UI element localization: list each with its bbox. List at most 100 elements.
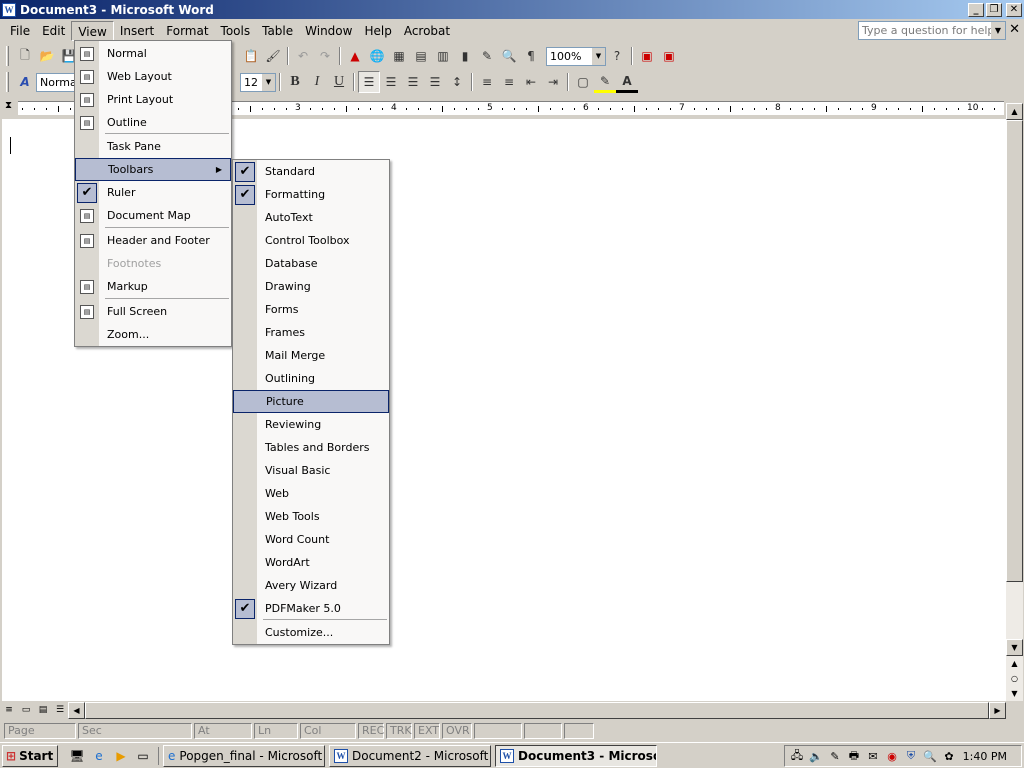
pen-icon[interactable]: ✎ bbox=[827, 748, 843, 764]
menu-help[interactable]: Help bbox=[358, 21, 397, 41]
menu-item-reviewing[interactable]: Reviewing bbox=[233, 413, 389, 436]
menu-edit[interactable]: Edit bbox=[36, 21, 71, 41]
pdf-email-icon[interactable]: ▣ bbox=[658, 45, 680, 67]
numbering-icon[interactable]: ≡ bbox=[476, 71, 498, 93]
status-trk[interactable]: TRK bbox=[386, 723, 412, 739]
document-map-toolbar-icon[interactable]: 🔍 bbox=[498, 45, 520, 67]
outline-view-button[interactable]: ☰ bbox=[52, 703, 68, 718]
bullets-icon[interactable]: ≡ bbox=[498, 71, 520, 93]
volume-icon[interactable]: 🔈 bbox=[808, 748, 824, 764]
normal-view-button[interactable]: ≡ bbox=[1, 703, 17, 718]
format-painter-icon[interactable]: 🖌 bbox=[262, 45, 284, 67]
scroll-right-icon[interactable]: ▶ bbox=[989, 702, 1006, 719]
menu-item-avery-wizard[interactable]: Avery Wizard bbox=[233, 574, 389, 597]
borders-icon[interactable]: ▢ bbox=[572, 71, 594, 93]
align-center-icon[interactable]: ☰ bbox=[380, 71, 402, 93]
menu-item-zoom[interactable]: Zoom... bbox=[75, 323, 231, 346]
printer-icon[interactable]: 🖶 bbox=[846, 748, 862, 764]
menu-item-markup[interactable]: ▤ Markup bbox=[75, 275, 231, 298]
menu-item-web[interactable]: Web bbox=[233, 482, 389, 505]
menu-item-web-layout[interactable]: ▤ Web Layout bbox=[75, 65, 231, 88]
menu-item-print-layout[interactable]: ▤ Print Layout bbox=[75, 88, 231, 111]
menu-item-pdfmaker-5-0[interactable]: ✔ PDFMaker 5.0 bbox=[233, 597, 389, 620]
drawing-icon[interactable]: ✎ bbox=[476, 45, 498, 67]
toolbar-grip[interactable] bbox=[6, 46, 9, 66]
new-document-icon[interactable]: 🗋 bbox=[14, 45, 36, 67]
zoom-combo[interactable]: 100% ▼ bbox=[546, 46, 606, 66]
start-button[interactable]: ⊞ Start bbox=[2, 744, 58, 767]
redo-icon[interactable]: ↷ bbox=[314, 45, 336, 67]
insert-excel-icon[interactable]: ▥ bbox=[432, 45, 454, 67]
decrease-indent-icon[interactable]: ⇤ bbox=[520, 71, 542, 93]
show-desktop-icon[interactable]: 🖥 bbox=[68, 747, 86, 765]
menu-item-visual-basic[interactable]: Visual Basic bbox=[233, 459, 389, 482]
vertical-scrollbar[interactable]: ▲ ▼ ▲ ○ ▼ bbox=[1006, 103, 1023, 701]
menu-item-tables-and-borders[interactable]: Tables and Borders bbox=[233, 436, 389, 459]
help-dropdown-arrow[interactable]: ▼ bbox=[991, 22, 1005, 39]
menu-table[interactable]: Table bbox=[256, 21, 299, 41]
toolbar-grip[interactable] bbox=[6, 72, 9, 92]
menu-item-drawing[interactable]: Drawing bbox=[233, 275, 389, 298]
menu-item-outlining[interactable]: Outlining bbox=[233, 367, 389, 390]
desktop-icon[interactable]: ▭ bbox=[134, 747, 152, 765]
menu-item-customize[interactable]: Customize... bbox=[233, 621, 389, 644]
show-hide-icon[interactable]: ¶ bbox=[520, 45, 542, 67]
menu-format[interactable]: Format bbox=[160, 21, 214, 41]
open-icon[interactable]: 📂 bbox=[36, 45, 58, 67]
status-ext[interactable]: EXT bbox=[414, 723, 440, 739]
menu-item-ruler[interactable]: ✔ Ruler bbox=[75, 181, 231, 204]
menu-insert[interactable]: Insert bbox=[114, 21, 160, 41]
chat-icon[interactable]: ✉ bbox=[865, 748, 881, 764]
network-icon[interactable]: 🖧 bbox=[789, 748, 805, 764]
web-layout-button[interactable]: ▭ bbox=[18, 703, 34, 718]
help-search-input[interactable]: Type a question for help ▼ bbox=[858, 21, 1006, 40]
menu-view[interactable]: View bbox=[71, 21, 114, 41]
menu-file[interactable]: File bbox=[4, 21, 36, 41]
style-combo[interactable]: Normal bbox=[36, 72, 80, 92]
menu-item-full-screen[interactable]: ▤ Full Screen bbox=[75, 300, 231, 323]
font-size-dropdown-arrow[interactable]: ▼ bbox=[262, 73, 275, 91]
menu-item-database[interactable]: Database bbox=[233, 252, 389, 275]
menu-item-web-tools[interactable]: Web Tools bbox=[233, 505, 389, 528]
taskbar-item-document3[interactable]: W Document3 - Microsof... bbox=[495, 744, 657, 767]
undo-icon[interactable]: ↶ bbox=[292, 45, 314, 67]
print-layout-button[interactable]: ▤ bbox=[35, 703, 51, 718]
increase-indent-icon[interactable]: ⇥ bbox=[542, 71, 564, 93]
styles-icon[interactable]: A bbox=[14, 71, 36, 93]
scroll-left-icon[interactable]: ◀ bbox=[68, 702, 85, 719]
acrobat-icon[interactable]: ▲ bbox=[344, 45, 366, 67]
restore-button[interactable]: ❐ bbox=[986, 2, 1002, 17]
msn-icon[interactable]: ✿ bbox=[941, 748, 957, 764]
zoom-dropdown-arrow[interactable]: ▼ bbox=[592, 47, 605, 65]
underline-icon[interactable]: U bbox=[328, 71, 350, 93]
menu-window[interactable]: Window bbox=[299, 21, 358, 41]
horizontal-scrollbar[interactable]: ◀ ▶ bbox=[68, 702, 1006, 719]
help-icon[interactable]: ? bbox=[606, 45, 628, 67]
close-button[interactable]: ✕ bbox=[1006, 2, 1022, 17]
font-color-icon[interactable]: A bbox=[616, 71, 638, 93]
vertical-scroll-thumb[interactable] bbox=[1006, 120, 1023, 582]
menu-item-formatting[interactable]: ✔ Formatting bbox=[233, 183, 389, 206]
menu-item-word-count[interactable]: Word Count bbox=[233, 528, 389, 551]
italic-icon[interactable]: I bbox=[306, 71, 328, 93]
taskbar-item-popgen[interactable]: e Popgen_final - Microsoft I... bbox=[163, 744, 325, 767]
menu-acrobat[interactable]: Acrobat bbox=[398, 21, 456, 41]
align-right-icon[interactable]: ☰ bbox=[402, 71, 424, 93]
align-left-icon[interactable]: ☰ bbox=[358, 71, 380, 93]
menu-item-picture[interactable]: Picture bbox=[233, 390, 389, 413]
menu-item-frames[interactable]: Frames bbox=[233, 321, 389, 344]
insert-table-icon[interactable]: ▤ bbox=[410, 45, 432, 67]
menu-item-mail-merge[interactable]: Mail Merge bbox=[233, 344, 389, 367]
status-ovr[interactable]: OVR bbox=[442, 723, 472, 739]
font-size-combo[interactable]: 12 ▼ bbox=[240, 72, 276, 92]
columns-icon[interactable]: ▮ bbox=[454, 45, 476, 67]
scroll-down-icon[interactable]: ▼ bbox=[1006, 639, 1023, 656]
status-rec[interactable]: REC bbox=[358, 723, 384, 739]
menu-item-wordart[interactable]: WordArt bbox=[233, 551, 389, 574]
indent-marker-icon[interactable]: ⧗ bbox=[5, 100, 12, 111]
menu-item-toolbars[interactable]: Toolbars ▶ bbox=[75, 158, 231, 181]
menu-item-task-pane[interactable]: Task Pane bbox=[75, 135, 231, 158]
bold-icon[interactable]: B bbox=[284, 71, 306, 93]
menu-item-standard[interactable]: ✔ Standard bbox=[233, 160, 389, 183]
minimize-button[interactable]: _ bbox=[968, 2, 984, 17]
